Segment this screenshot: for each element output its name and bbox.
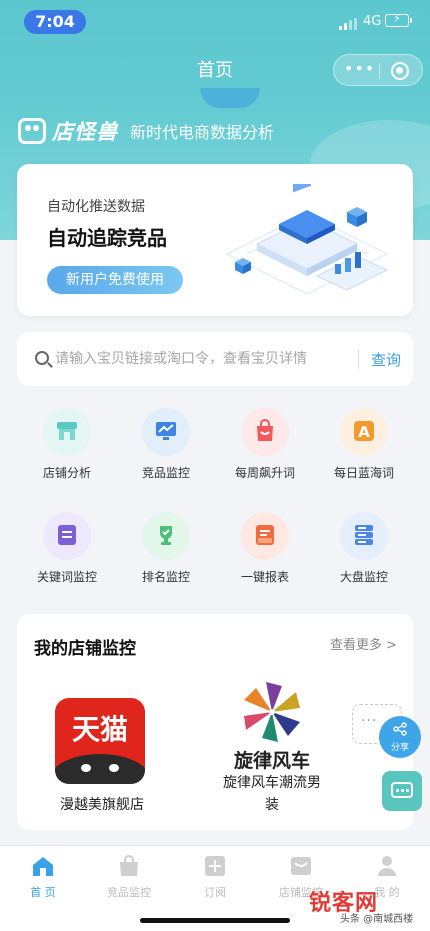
share-icon [393, 722, 407, 736]
tool-label: 每周飙升词 [234, 466, 295, 480]
brand-header: 店怪兽 新时代电商数据分析 [18, 114, 274, 148]
isometric-illustration [225, 184, 389, 295]
banner-subtitle: 自动化推送数据 [47, 199, 145, 215]
free-trial-button[interactable]: 新用户免费使用 [47, 266, 183, 294]
report-icon [256, 525, 274, 545]
promo-banner[interactable]: 自动化推送数据 自动追踪竞品 新用户免费使用 [17, 164, 413, 316]
shop-monitor-icon [291, 857, 311, 875]
home-indicator [140, 918, 290, 923]
tool-ranking-monitor[interactable]: 排名监控 [116, 510, 216, 590]
store-icon [57, 422, 77, 440]
letter-a-icon: A [354, 421, 374, 441]
tool-grid: 店铺分析 竞品监控 每周飙升词 A 每日蓝海词 关键词监控 排名监控 一键报表 … [17, 406, 413, 596]
search-button[interactable]: 查询 [371, 349, 401, 370]
trophy-icon [160, 526, 172, 545]
decor-blob [200, 88, 260, 108]
store-logo-text: 旋律风车 [233, 750, 310, 772]
tool-label: 店铺分析 [42, 466, 91, 480]
tmall-cat-silhouette [55, 754, 145, 784]
search-bar: 查询 [17, 332, 413, 386]
section-title: 我的店铺监控 [34, 639, 136, 659]
store-name: 漫越美旗舰店 [60, 797, 144, 813]
tool-weekly-rising-words[interactable]: 每周飙升词 [215, 406, 315, 486]
tab-competitor-monitor[interactable]: 竞品监控 [86, 852, 172, 902]
tool-label: 一键报表 [240, 570, 289, 584]
search-icon [35, 351, 49, 365]
tool-label: 关键词监控 [36, 570, 97, 584]
watermark-caption: 头条 @南城西楼 [340, 914, 414, 925]
tmall-logo-text: 天猫 [71, 713, 128, 746]
tool-competitor-monitor[interactable]: 竞品监控 [116, 406, 216, 486]
server-icon [355, 525, 373, 545]
store-name-line1: 旋律风车潮流男 [223, 775, 321, 791]
tab-label: 首 页 [30, 886, 56, 899]
tool-keyword-monitor[interactable]: 关键词监控 [17, 510, 117, 590]
tool-label: 排名监控 [141, 570, 190, 584]
battery-icon: ⚡ [385, 12, 412, 27]
share-label: 分享 [390, 743, 409, 753]
status-time: 7:04 [24, 10, 86, 34]
user-icon [378, 856, 396, 876]
chat-icon [391, 782, 413, 798]
status-bar: 7:04 4G ⚡ [0, 0, 430, 44]
brand-logo-icon [18, 118, 46, 144]
search-input[interactable] [55, 346, 345, 372]
signal-icon [339, 18, 357, 30]
tool-store-analysis[interactable]: 店铺分析 [17, 406, 117, 486]
network-label: 4G [363, 14, 382, 29]
mini-program-capsule: ••• [333, 54, 423, 86]
tab-label: 竞品监控 [107, 886, 151, 899]
more-options-button[interactable]: ••• [344, 61, 374, 79]
shopping-bag-icon [257, 419, 273, 441]
store-card[interactable]: 旋律风车 旋律风车潮流男 装 [187, 674, 357, 824]
brand-name: 店怪兽 [52, 120, 118, 144]
share-button[interactable]: 分享 [379, 716, 421, 758]
subscribe-icon [205, 856, 225, 876]
tool-market-monitor[interactable]: 大盘监控 [314, 510, 414, 590]
monitor-chart-icon [156, 422, 176, 440]
tab-home[interactable]: 首 页 [0, 852, 86, 902]
store-monitor-section: 我的店铺监控 查看更多 > 天猫 漫越美旗舰店 旋律风车 旋律风车潮流男 装 ·… [17, 614, 413, 830]
bag-icon [120, 855, 138, 876]
capsule-divider [379, 63, 380, 79]
banner-title: 自动追踪竞品 [47, 226, 167, 250]
store-name-line2: 装 [265, 797, 279, 813]
search-divider [358, 349, 359, 369]
close-miniprogram-button[interactable] [391, 62, 409, 80]
tool-daily-blue-ocean-words[interactable]: A 每日蓝海词 [314, 406, 414, 486]
store-card[interactable]: 天猫 漫越美旗舰店 [17, 674, 187, 824]
tool-label: 竞品监控 [141, 466, 190, 480]
tool-label: 大盘监控 [339, 570, 388, 584]
book-icon [58, 525, 76, 545]
tab-label: 订阅 [204, 886, 226, 899]
svg-text:A: A [358, 423, 370, 441]
tmall-logo: 天猫 [55, 698, 145, 784]
tab-subscribe[interactable]: 订阅 [172, 852, 258, 902]
chat-button[interactable] [382, 771, 422, 811]
home-icon [33, 857, 53, 876]
brand-slogan: 新时代电商数据分析 [130, 123, 275, 142]
more-dots: ··· [361, 713, 378, 729]
tool-one-click-report[interactable]: 一键报表 [215, 510, 315, 590]
tool-label: 每日蓝海词 [333, 466, 394, 480]
view-more-link[interactable]: 查看更多 > [330, 634, 397, 653]
